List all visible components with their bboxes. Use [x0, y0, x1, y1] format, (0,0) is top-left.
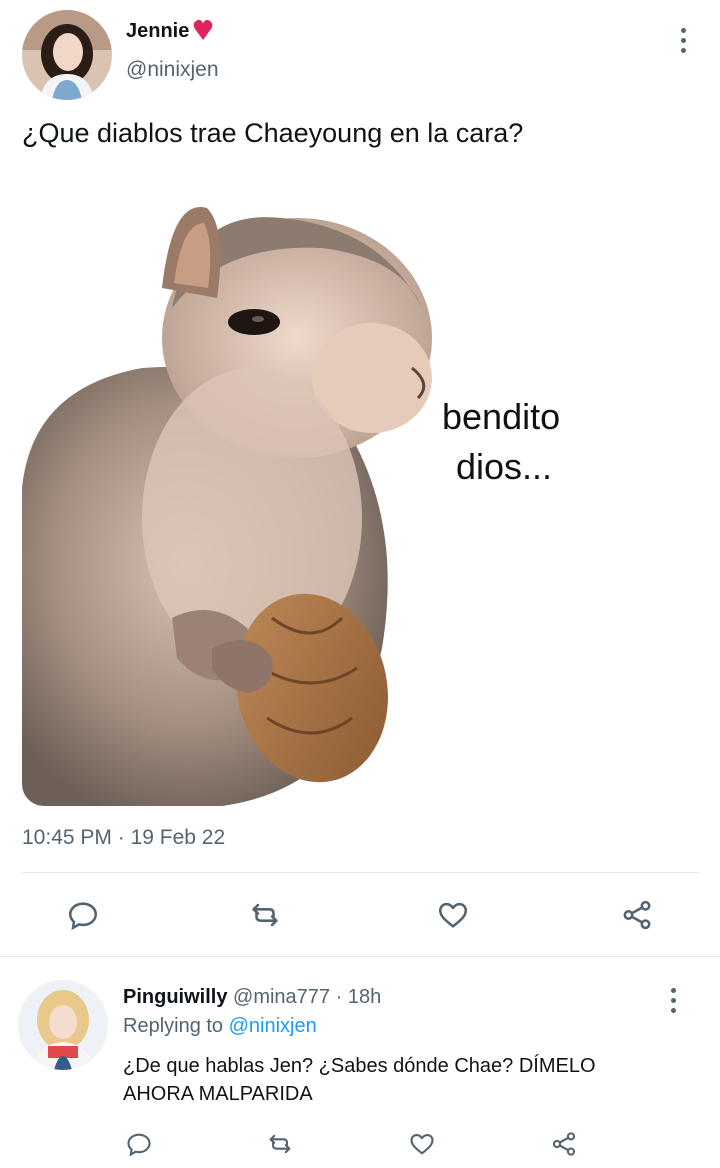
share-button[interactable] [614, 892, 660, 938]
reply-share-button[interactable] [546, 1126, 582, 1162]
replying-to-label: Replying to [123, 1015, 229, 1037]
retweet-icon [269, 1134, 291, 1154]
reply-icon [68, 902, 98, 931]
tweet-time[interactable]: 10:45 PM [22, 826, 112, 849]
share-icon [623, 900, 651, 930]
reply-text-line1: ¿De que hablas Jen? ¿Sabes dónde Chae? D… [123, 1055, 596, 1077]
author-name[interactable]: Jennie [126, 20, 189, 43]
divider [22, 872, 700, 873]
reply-like-button[interactable] [404, 1126, 440, 1162]
reply-reply-button[interactable] [121, 1126, 157, 1162]
reply-icon [127, 1133, 151, 1157]
reply-retweet-button[interactable] [262, 1126, 298, 1162]
reply-author-avatar[interactable] [18, 980, 108, 1070]
retweet-icon [252, 903, 278, 927]
reply-author-name[interactable]: Pinguiwilly [123, 986, 227, 1008]
reply-author-handle[interactable]: @mina777 [233, 986, 330, 1008]
tweet-date[interactable]: 19 Feb 22 [131, 826, 226, 849]
like-icon [410, 1133, 434, 1155]
like-icon [438, 902, 468, 928]
author-avatar[interactable] [22, 10, 112, 100]
share-icon [552, 1132, 576, 1156]
tweet-media[interactable]: bendito dios... [22, 188, 700, 806]
meme-caption-line1: bendito [442, 396, 561, 437]
more-options-icon[interactable] [678, 28, 688, 53]
reply-more-options-icon[interactable] [668, 988, 678, 1013]
meta-separator: · [111, 826, 131, 849]
reply-button[interactable] [60, 892, 106, 938]
retweet-button[interactable] [242, 892, 288, 938]
reply-time[interactable]: 18h [348, 986, 381, 1008]
author-handle[interactable]: @ninixjen [126, 58, 219, 82]
reply-meta-separator: · [330, 986, 348, 1008]
reply-text-line2: AHORA MALPARIDA [123, 1083, 313, 1105]
replying-to-handle-link[interactable]: @ninixjen [229, 1015, 317, 1037]
tweet-text: ¿Que diablos trae Chaeyoung en la cara? [22, 118, 524, 148]
meme-caption-line2: dios... [456, 446, 553, 487]
red-heart-icon [194, 19, 213, 40]
like-button[interactable] [430, 892, 476, 938]
divider [0, 956, 720, 957]
squirrel-image [22, 188, 700, 806]
